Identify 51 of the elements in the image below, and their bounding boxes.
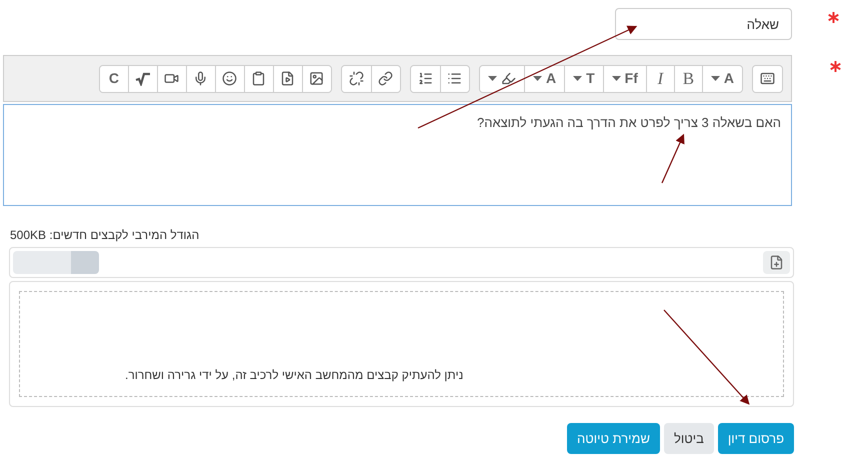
caret-icon (612, 76, 621, 81)
unlink-icon (348, 71, 364, 86)
message-editor[interactable]: האם בשאלה 3 צריך לפרט את הדרך בה הגעתי לתוצאה? (3, 104, 792, 206)
square-root-icon (134, 72, 151, 86)
toolbar-button[interactable] (342, 66, 371, 92)
toolbar-button[interactable] (156, 66, 186, 92)
form-button[interactable]: שמירת טיוטה (567, 423, 660, 454)
toolbar-button[interactable] (302, 66, 331, 92)
dropdown-button[interactable]: T (564, 66, 603, 92)
caret-icon (573, 76, 582, 81)
view-toggle[interactable] (13, 251, 99, 274)
caret-icon (532, 76, 542, 81)
message-text: האם בשאלה 3 צריך לפרט את הדרך בה הגעתי לתוצאה? (476, 114, 781, 132)
keyboard-icon (760, 71, 775, 86)
toolbar-button[interactable] (244, 66, 273, 92)
toolbar-button[interactable] (410, 66, 440, 92)
form-button[interactable]: ביטול (664, 423, 714, 454)
dropdown-button[interactable]: A (524, 66, 564, 92)
highlighter-icon (500, 71, 516, 86)
dropdown-button[interactable] (480, 66, 524, 92)
annotation-arrow (661, 134, 684, 184)
toolbar-button[interactable]: I (646, 66, 674, 92)
dropdown-button[interactable]: Ff (602, 66, 646, 92)
caret-icon (710, 76, 720, 81)
subject-field[interactable]: שאלה (615, 8, 792, 40)
toolbar-button[interactable]: C (100, 66, 128, 92)
toolbar-button[interactable]: B (674, 66, 702, 92)
toolbar-button[interactable] (214, 66, 244, 92)
form-button[interactable]: פרסום דיון (718, 423, 794, 454)
dropdown-button[interactable]: A (702, 66, 742, 92)
caret-icon (488, 76, 497, 81)
video-file-icon (280, 71, 296, 86)
numbered-list-icon (418, 71, 433, 86)
microphone-icon (193, 71, 208, 86)
toolbar-button[interactable] (440, 66, 469, 92)
add-file-icon (769, 255, 784, 270)
dropzone[interactable]: ניתן להעתיק קבצים מהמחשב האישי לרכיב זה, על ידי גרירה ושחרור. (19, 291, 784, 397)
toolbar-button[interactable] (753, 66, 782, 92)
video-icon (164, 71, 180, 86)
toolbar-button[interactable] (128, 66, 157, 92)
toolbar-button[interactable] (272, 66, 302, 92)
clipboard-icon (251, 71, 266, 86)
bullet-list-icon (447, 71, 462, 86)
toolbar-button[interactable] (370, 66, 400, 92)
smiley-icon (222, 71, 238, 86)
add-file-button[interactable] (763, 251, 790, 274)
link-icon (378, 71, 394, 86)
toolbar-button[interactable] (186, 66, 215, 92)
image-icon (309, 71, 324, 86)
dropzone-text: ניתן להעתיק קבצים מהמחשב האישי לרכיב זה, על ידי גרירה ושחרור. (125, 367, 464, 384)
max-size-label: הגודל המירבי לקבצים חדשים: 500KB (10, 227, 200, 244)
